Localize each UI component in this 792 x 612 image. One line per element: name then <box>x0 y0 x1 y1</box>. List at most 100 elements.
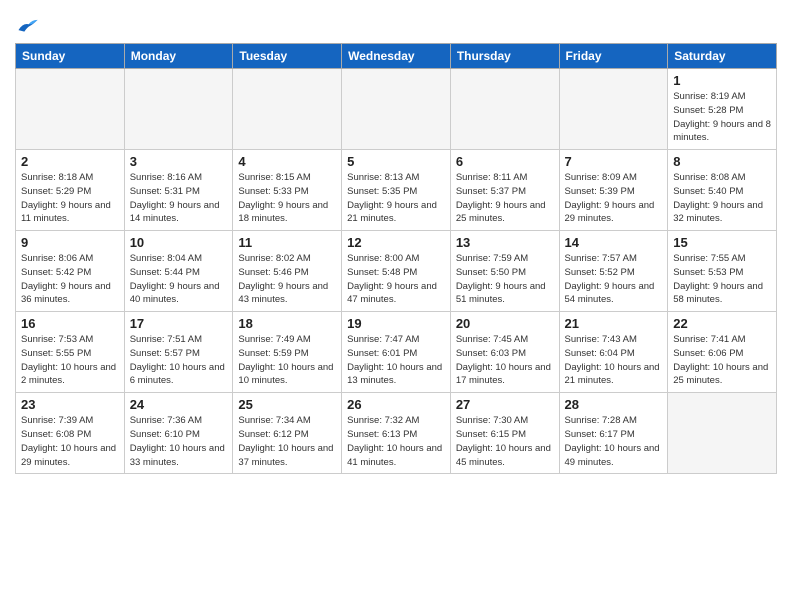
calendar-cell: 11 Sunrise: 8:02 AM Sunset: 5:46 PM Dayli… <box>233 231 342 312</box>
day-info: Sunrise: 7:57 AM Sunset: 5:52 PM Dayligh… <box>565 252 663 307</box>
calendar-cell: 17 Sunrise: 7:51 AM Sunset: 5:57 PM Dayli… <box>124 312 233 393</box>
calendar-cell: 22 Sunrise: 7:41 AM Sunset: 6:06 PM Dayli… <box>668 312 777 393</box>
day-number: 14 <box>565 235 663 250</box>
day-number: 12 <box>347 235 445 250</box>
calendar-cell: 24 Sunrise: 7:36 AM Sunset: 6:10 PM Dayli… <box>124 393 233 474</box>
day-info: Sunrise: 8:13 AM Sunset: 5:35 PM Dayligh… <box>347 171 445 226</box>
calendar-cell: 4 Sunrise: 8:15 AM Sunset: 5:33 PM Daylig… <box>233 150 342 231</box>
calendar-cell <box>342 69 451 150</box>
calendar-week-2: 2 Sunrise: 8:18 AM Sunset: 5:29 PM Daylig… <box>16 150 777 231</box>
day-info: Sunrise: 8:00 AM Sunset: 5:48 PM Dayligh… <box>347 252 445 307</box>
calendar-cell <box>16 69 125 150</box>
calendar-cell: 8 Sunrise: 8:08 AM Sunset: 5:40 PM Daylig… <box>668 150 777 231</box>
calendar-cell: 20 Sunrise: 7:45 AM Sunset: 6:03 PM Dayli… <box>450 312 559 393</box>
calendar-cell: 9 Sunrise: 8:06 AM Sunset: 5:42 PM Daylig… <box>16 231 125 312</box>
day-number: 1 <box>673 73 771 88</box>
day-number: 13 <box>456 235 554 250</box>
day-info: Sunrise: 7:59 AM Sunset: 5:50 PM Dayligh… <box>456 252 554 307</box>
calendar-weekday-thursday: Thursday <box>450 44 559 69</box>
day-info: Sunrise: 7:53 AM Sunset: 5:55 PM Dayligh… <box>21 333 119 388</box>
day-number: 27 <box>456 397 554 412</box>
day-info: Sunrise: 7:41 AM Sunset: 6:06 PM Dayligh… <box>673 333 771 388</box>
day-info: Sunrise: 8:15 AM Sunset: 5:33 PM Dayligh… <box>238 171 336 226</box>
calendar-table: SundayMondayTuesdayWednesdayThursdayFrid… <box>15 43 777 474</box>
day-info: Sunrise: 7:32 AM Sunset: 6:13 PM Dayligh… <box>347 414 445 469</box>
day-number: 3 <box>130 154 228 169</box>
calendar-cell: 14 Sunrise: 7:57 AM Sunset: 5:52 PM Dayli… <box>559 231 668 312</box>
calendar-week-4: 16 Sunrise: 7:53 AM Sunset: 5:55 PM Dayli… <box>16 312 777 393</box>
day-number: 10 <box>130 235 228 250</box>
calendar-weekday-wednesday: Wednesday <box>342 44 451 69</box>
header <box>15 10 777 39</box>
day-number: 24 <box>130 397 228 412</box>
day-info: Sunrise: 8:06 AM Sunset: 5:42 PM Dayligh… <box>21 252 119 307</box>
day-info: Sunrise: 8:09 AM Sunset: 5:39 PM Dayligh… <box>565 171 663 226</box>
day-info: Sunrise: 8:18 AM Sunset: 5:29 PM Dayligh… <box>21 171 119 226</box>
calendar-cell: 25Sunrise: 7:34 AM Sunset: 6:12 PM Dayli… <box>233 393 342 474</box>
calendar-cell: 2 Sunrise: 8:18 AM Sunset: 5:29 PM Daylig… <box>16 150 125 231</box>
day-number: 20 <box>456 316 554 331</box>
calendar-cell: 6 Sunrise: 8:11 AM Sunset: 5:37 PM Daylig… <box>450 150 559 231</box>
calendar-body: 1 Sunrise: 8:19 AM Sunset: 5:28 PM Daylig… <box>16 69 777 474</box>
day-number: 16 <box>21 316 119 331</box>
day-info: Sunrise: 8:08 AM Sunset: 5:40 PM Dayligh… <box>673 171 771 226</box>
logo-bird-icon <box>17 16 39 34</box>
calendar-week-3: 9 Sunrise: 8:06 AM Sunset: 5:42 PM Daylig… <box>16 231 777 312</box>
calendar-week-5: 23 Sunrise: 7:39 AM Sunset: 6:08 PM Dayli… <box>16 393 777 474</box>
calendar-cell <box>233 69 342 150</box>
calendar-cell: 12 Sunrise: 8:00 AM Sunset: 5:48 PM Dayli… <box>342 231 451 312</box>
calendar-week-1: 1 Sunrise: 8:19 AM Sunset: 5:28 PM Daylig… <box>16 69 777 150</box>
calendar-cell <box>124 69 233 150</box>
day-number: 15 <box>673 235 771 250</box>
day-number: 5 <box>347 154 445 169</box>
calendar-cell: 21 Sunrise: 7:43 AM Sunset: 6:04 PM Dayli… <box>559 312 668 393</box>
day-number: 25 <box>238 397 336 412</box>
day-number: 6 <box>456 154 554 169</box>
day-info: Sunrise: 7:30 AM Sunset: 6:15 PM Dayligh… <box>456 414 554 469</box>
day-number: 4 <box>238 154 336 169</box>
day-number: 9 <box>21 235 119 250</box>
calendar-header-row: SundayMondayTuesdayWednesdayThursdayFrid… <box>16 44 777 69</box>
day-info: Sunrise: 8:19 AM Sunset: 5:28 PM Dayligh… <box>673 90 771 145</box>
calendar-cell <box>668 393 777 474</box>
day-info: Sunrise: 7:43 AM Sunset: 6:04 PM Dayligh… <box>565 333 663 388</box>
day-info: Sunrise: 7:51 AM Sunset: 5:57 PM Dayligh… <box>130 333 228 388</box>
day-number: 7 <box>565 154 663 169</box>
logo <box>15 16 41 39</box>
calendar-weekday-tuesday: Tuesday <box>233 44 342 69</box>
day-info: Sunrise: 8:02 AM Sunset: 5:46 PM Dayligh… <box>238 252 336 307</box>
day-number: 21 <box>565 316 663 331</box>
calendar-cell <box>450 69 559 150</box>
calendar-weekday-sunday: Sunday <box>16 44 125 69</box>
calendar-cell: 16 Sunrise: 7:53 AM Sunset: 5:55 PM Dayli… <box>16 312 125 393</box>
day-info: Sunrise: 8:11 AM Sunset: 5:37 PM Dayligh… <box>456 171 554 226</box>
calendar-weekday-friday: Friday <box>559 44 668 69</box>
calendar-cell: 5 Sunrise: 8:13 AM Sunset: 5:35 PM Daylig… <box>342 150 451 231</box>
calendar-cell <box>559 69 668 150</box>
day-info: Sunrise: 7:36 AM Sunset: 6:10 PM Dayligh… <box>130 414 228 469</box>
day-info: Sunrise: 8:04 AM Sunset: 5:44 PM Dayligh… <box>130 252 228 307</box>
calendar-cell: 13 Sunrise: 7:59 AM Sunset: 5:50 PM Dayli… <box>450 231 559 312</box>
day-number: 28 <box>565 397 663 412</box>
day-info: Sunrise: 7:28 AM Sunset: 6:17 PM Dayligh… <box>565 414 663 469</box>
day-number: 2 <box>21 154 119 169</box>
day-number: 8 <box>673 154 771 169</box>
day-number: 22 <box>673 316 771 331</box>
calendar-cell: 26Sunrise: 7:32 AM Sunset: 6:13 PM Dayli… <box>342 393 451 474</box>
day-info: Sunrise: 7:39 AM Sunset: 6:08 PM Dayligh… <box>21 414 119 469</box>
calendar-cell: 23 Sunrise: 7:39 AM Sunset: 6:08 PM Dayli… <box>16 393 125 474</box>
calendar-cell: 27 Sunrise: 7:30 AM Sunset: 6:15 PM Dayli… <box>450 393 559 474</box>
day-number: 11 <box>238 235 336 250</box>
calendar-cell: 28 Sunrise: 7:28 AM Sunset: 6:17 PM Dayli… <box>559 393 668 474</box>
calendar-cell: 15 Sunrise: 7:55 AM Sunset: 5:53 PM Dayli… <box>668 231 777 312</box>
calendar-cell: 10 Sunrise: 8:04 AM Sunset: 5:44 PM Dayli… <box>124 231 233 312</box>
calendar-weekday-saturday: Saturday <box>668 44 777 69</box>
calendar-cell: 1 Sunrise: 8:19 AM Sunset: 5:28 PM Daylig… <box>668 69 777 150</box>
calendar-cell: 3Sunrise: 8:16 AM Sunset: 5:31 PM Daylig… <box>124 150 233 231</box>
calendar-cell: 19Sunrise: 7:47 AM Sunset: 6:01 PM Dayli… <box>342 312 451 393</box>
day-number: 17 <box>130 316 228 331</box>
day-info: Sunrise: 7:45 AM Sunset: 6:03 PM Dayligh… <box>456 333 554 388</box>
day-number: 23 <box>21 397 119 412</box>
day-info: Sunrise: 7:47 AM Sunset: 6:01 PM Dayligh… <box>347 333 445 388</box>
day-info: Sunrise: 7:55 AM Sunset: 5:53 PM Dayligh… <box>673 252 771 307</box>
